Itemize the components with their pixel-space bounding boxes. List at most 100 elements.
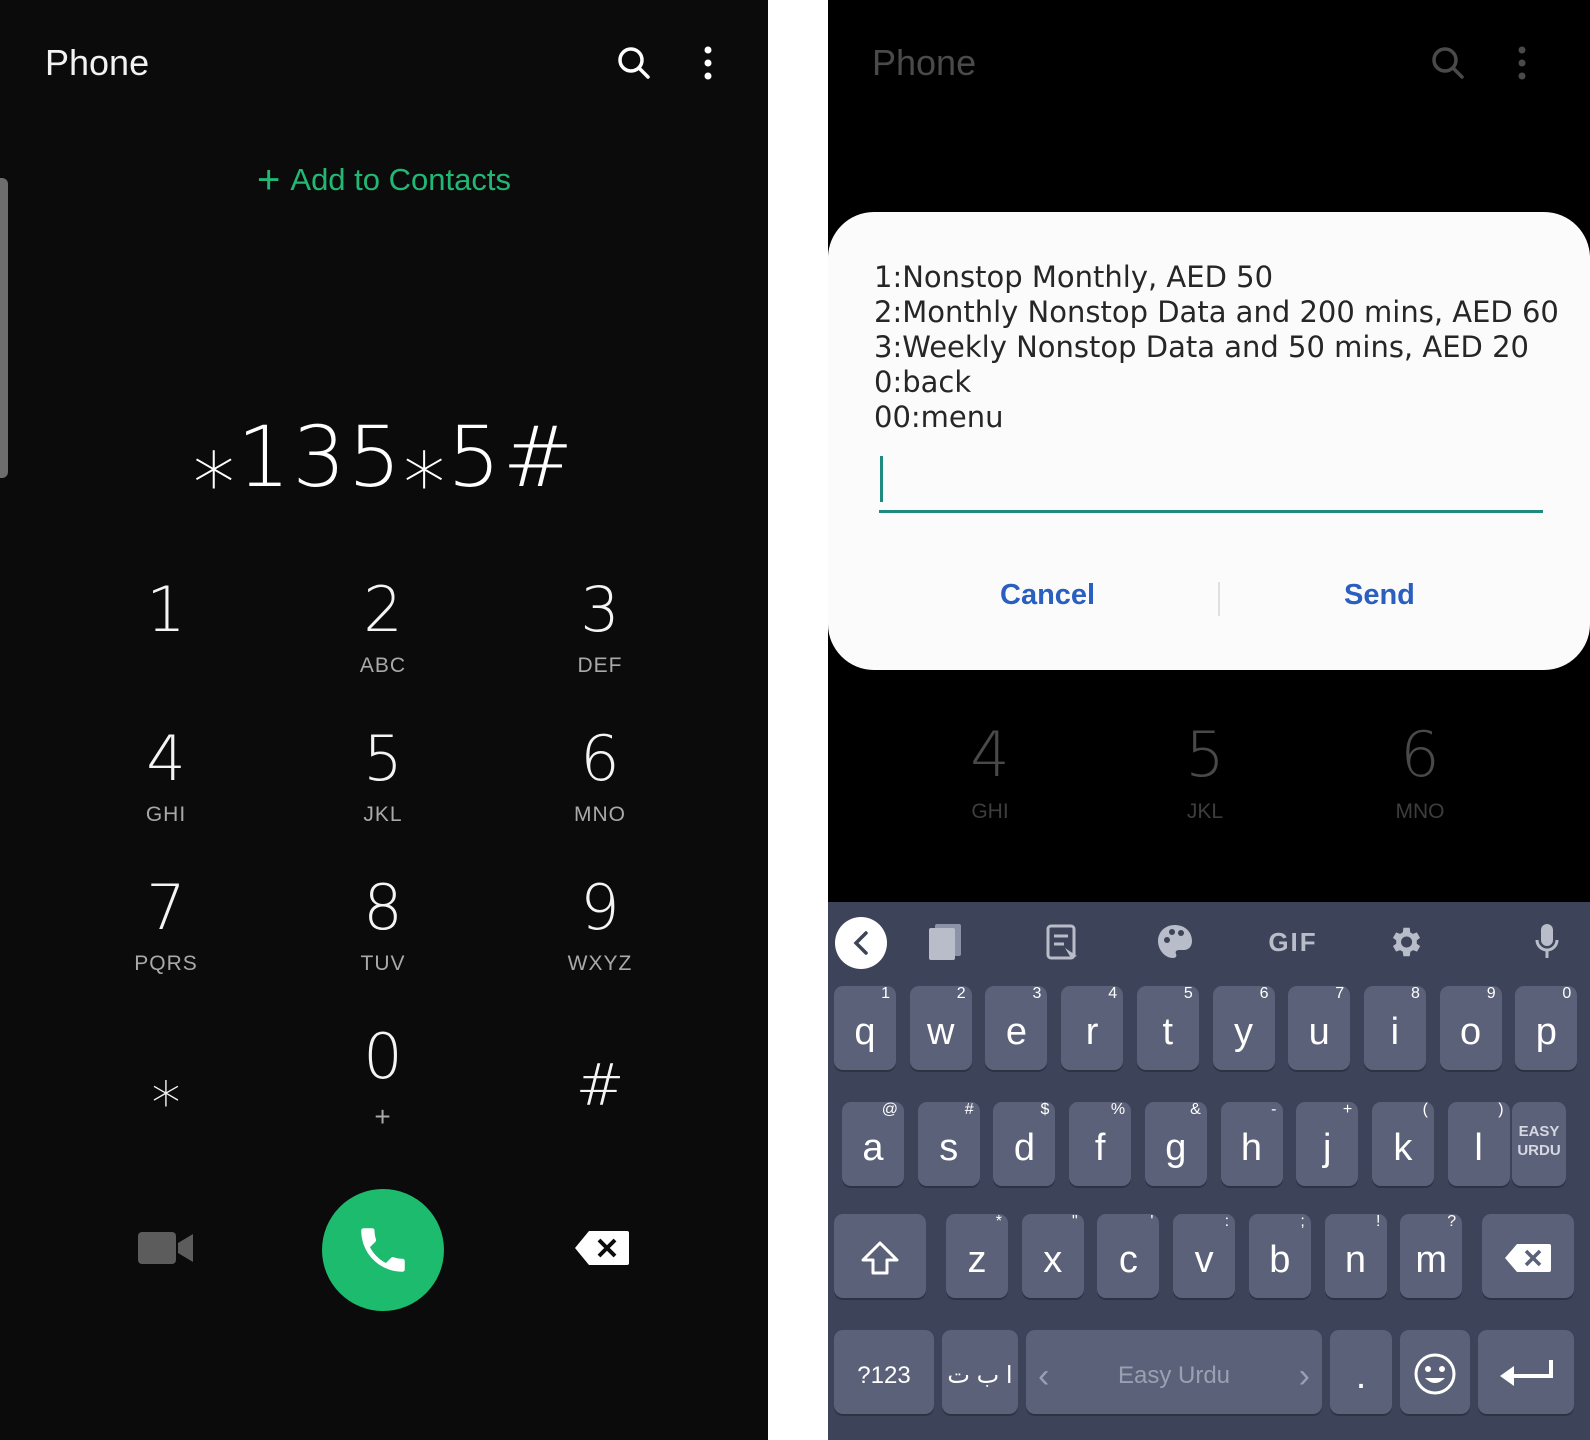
- add-to-contacts-label: Add to Contacts: [290, 162, 511, 197]
- key-letters: ABC: [359, 654, 407, 677]
- emoji-icon[interactable]: [1400, 1330, 1470, 1414]
- key-hint: %: [1110, 1101, 1126, 1118]
- space-bar[interactable]: ‹ Easy Urdu ›: [1026, 1330, 1322, 1414]
- key-letter: v: [1194, 1239, 1214, 1281]
- text-cursor: [880, 456, 883, 502]
- key-letters: PQRS: [134, 952, 198, 975]
- key-d[interactable]: $ d: [993, 1101, 1056, 1186]
- urdu-dictionary-icon[interactable]: [920, 917, 970, 967]
- key-j[interactable]: + j: [1296, 1101, 1359, 1186]
- key-hint: #: [964, 1101, 974, 1118]
- app-title: Phone: [45, 42, 150, 83]
- key-hint: -: [1271, 1101, 1277, 1118]
- key-letters: +: [374, 1101, 392, 1132]
- key-s[interactable]: # s: [917, 1101, 980, 1186]
- search-icon: [1422, 37, 1474, 89]
- key-f[interactable]: % f: [1069, 1101, 1132, 1186]
- key-2[interactable]: 2 ABC: [283, 578, 483, 698]
- key-hint: ': [1150, 1213, 1154, 1230]
- key-7[interactable]: 7 PQRS: [66, 876, 266, 996]
- key-4[interactable]: 4 GHI: [66, 727, 266, 847]
- period-key[interactable]: .: [1330, 1330, 1392, 1414]
- key-letter: h: [1240, 1127, 1263, 1169]
- microphone-icon[interactable]: [1522, 917, 1572, 967]
- key-q[interactable]: 1q: [834, 985, 896, 1070]
- key-w[interactable]: 2w: [909, 985, 972, 1070]
- search-icon[interactable]: [608, 37, 660, 89]
- call-button[interactable]: [322, 1189, 444, 1311]
- key-x[interactable]: " x: [1021, 1213, 1084, 1298]
- key-letter: c: [1118, 1239, 1138, 1281]
- keyboard-backspace-key[interactable]: [1482, 1214, 1574, 1298]
- key-digit: 8: [363, 871, 403, 944]
- soft-keyboard: GIF 1q2w3e4r5t6y7u8i9o0p @ a # s $ d% f & g - h + j(…: [828, 902, 1590, 1440]
- key-m[interactable]: ? m: [1400, 1213, 1463, 1298]
- ussd-option: 0:back: [874, 365, 972, 399]
- backspace-icon[interactable]: [572, 1222, 632, 1274]
- key-letter: j: [1322, 1127, 1332, 1169]
- key-0[interactable]: 0 +: [283, 1025, 483, 1145]
- key-a[interactable]: @ a: [842, 1101, 904, 1186]
- dialer-screen: Phone + Add to Contacts ⁎135⁎5# 1 2 ABC 3D…: [0, 0, 768, 1440]
- add-to-contacts-link[interactable]: + Add to Contacts: [0, 158, 768, 203]
- key-n[interactable]: ! n: [1324, 1213, 1387, 1298]
- key-i[interactable]: 8i: [1363, 985, 1426, 1070]
- key-hint: :: [1224, 1213, 1230, 1230]
- dim-key-letters: JKL: [1186, 800, 1224, 823]
- gif-button[interactable]: GIF: [1258, 917, 1328, 967]
- key-6[interactable]: 6 MNO: [500, 727, 700, 847]
- key-digit: 7: [146, 871, 186, 944]
- enter-key[interactable]: [1478, 1330, 1574, 1414]
- back-arrow-icon[interactable]: [835, 917, 887, 969]
- key-5[interactable]: 5 JKL: [283, 727, 483, 847]
- send-button[interactable]: Send: [1344, 579, 1415, 612]
- key-u[interactable]: 7u: [1288, 985, 1351, 1070]
- theme-palette-icon[interactable]: [1150, 917, 1200, 967]
- key-star[interactable]: ⁎: [66, 1020, 266, 1140]
- more-vert-icon[interactable]: [682, 37, 734, 89]
- settings-gear-icon[interactable]: [1380, 917, 1430, 967]
- language-switch-key[interactable]: ا ب ت: [942, 1330, 1018, 1414]
- key-digit: 5: [363, 722, 403, 795]
- key-l[interactable]: ) l: [1447, 1101, 1510, 1186]
- app-title: Phone: [872, 42, 977, 83]
- key-p[interactable]: 0p: [1515, 985, 1578, 1070]
- key-8[interactable]: 8 TUV: [283, 876, 483, 996]
- ussd-reply-input[interactable]: [879, 454, 1543, 513]
- key-letter: i: [1390, 1011, 1400, 1053]
- shift-key[interactable]: [834, 1214, 926, 1298]
- key-9[interactable]: 9 WXYZ: [500, 876, 700, 996]
- key-g[interactable]: & g: [1144, 1101, 1207, 1186]
- key-hint: @: [881, 1101, 898, 1118]
- key-b[interactable]: ; b: [1248, 1213, 1311, 1298]
- key-v[interactable]: :v: [1173, 1213, 1236, 1298]
- key-hint: &: [1190, 1101, 1201, 1118]
- dim-key-digit: 4: [970, 718, 1010, 791]
- key-letter: p: [1535, 1011, 1557, 1053]
- symbols-key[interactable]: ?123: [834, 1330, 934, 1414]
- key-c[interactable]: ' c: [1097, 1213, 1160, 1298]
- key-o[interactable]: 9o: [1439, 985, 1502, 1070]
- key-z[interactable]: * z: [946, 1213, 1008, 1298]
- key-y[interactable]: 6y: [1212, 985, 1275, 1070]
- key-letter: f: [1094, 1127, 1106, 1169]
- dim-key-digit: 6: [1400, 718, 1440, 791]
- key-e[interactable]: 3e: [985, 985, 1048, 1070]
- cancel-button[interactable]: Cancel: [1000, 579, 1095, 612]
- clipboard-icon[interactable]: [1038, 917, 1088, 967]
- video-call-icon[interactable]: [136, 1222, 196, 1274]
- key-r[interactable]: 4r: [1061, 985, 1124, 1070]
- key-digit: 4: [146, 722, 186, 795]
- key-1[interactable]: 1: [66, 578, 266, 698]
- ussd-message: 1:Nonstop Monthly, AED 50 2:Monthly Nons…: [874, 260, 1559, 435]
- key-k[interactable]: (k: [1371, 1101, 1434, 1186]
- key-hint: +: [1342, 1101, 1353, 1118]
- easy-urdu-key[interactable]: EASY URDU: [1512, 1102, 1566, 1186]
- key-3[interactable]: 3 DEF: [500, 578, 700, 698]
- dim-key-digit: 5: [1185, 718, 1225, 791]
- dim-key-letters: GHI: [971, 800, 1009, 823]
- key-t[interactable]: 5t: [1136, 985, 1199, 1070]
- key-hash[interactable]: #: [500, 1020, 700, 1140]
- ussd-dialog: 1:Nonstop Monthly, AED 50 2:Monthly Nons…: [828, 212, 1590, 670]
- key-h[interactable]: -h: [1220, 1101, 1283, 1186]
